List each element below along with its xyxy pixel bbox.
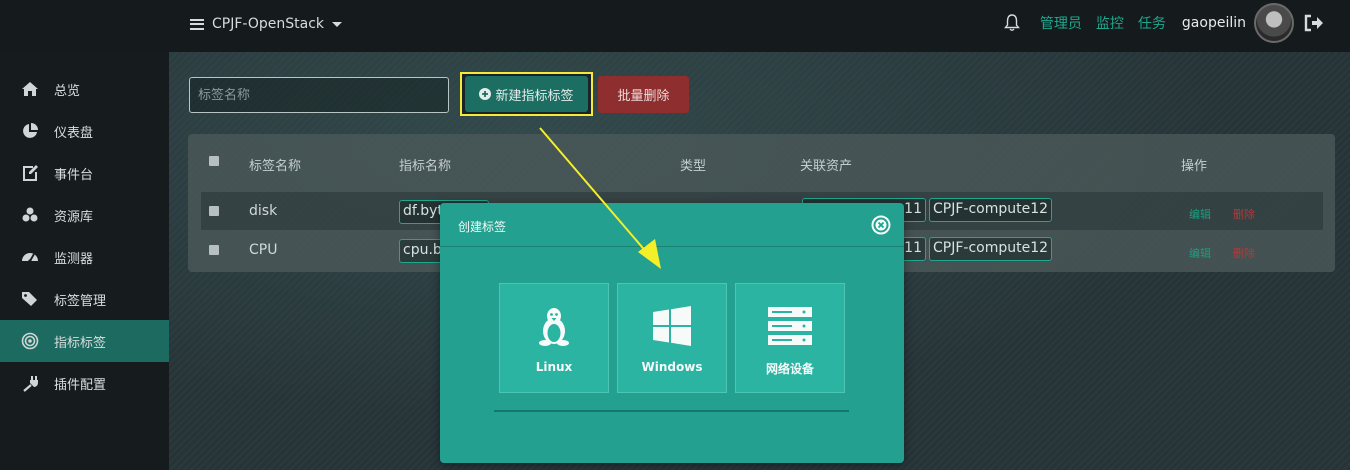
target-icon: [20, 331, 40, 351]
delete-link[interactable]: 删除: [1233, 206, 1255, 222]
bell-icon[interactable]: [1002, 13, 1022, 33]
batch-delete-label: 批量删除: [617, 89, 670, 104]
sidebar-item-label: 插件配置: [54, 377, 107, 393]
sidebar-item-label: 事件台: [54, 167, 94, 183]
tag-name-cell: disk: [249, 203, 278, 219]
close-icon[interactable]: [871, 215, 891, 235]
option-label: Windows: [641, 360, 703, 374]
windows-icon: [653, 306, 691, 346]
sidebar-item-events[interactable]: 事件台: [0, 152, 169, 194]
avatar[interactable]: [1254, 3, 1294, 43]
column-header-metric-name: 指标名称: [399, 159, 452, 174]
select-all-checkbox[interactable]: [209, 156, 219, 166]
tags-icon: [20, 289, 40, 309]
column-header-assets: 关联资产: [800, 159, 853, 174]
tasks-link[interactable]: 任务: [1138, 13, 1166, 33]
new-metric-tag-label: 新建指标标签: [495, 88, 574, 104]
option-label: Linux: [535, 360, 573, 374]
sidebar-item-dashboard[interactable]: 仪表盘: [0, 110, 169, 152]
option-label: 网络设备: [765, 362, 814, 376]
row-checkbox[interactable]: [209, 206, 219, 216]
username[interactable]: gaopeilin: [1182, 15, 1246, 31]
plus-circle-icon: [479, 88, 492, 100]
chevron-down-icon: [332, 21, 342, 27]
edit-link[interactable]: 编辑: [1189, 245, 1211, 261]
column-header-type: 类型: [680, 159, 707, 174]
sidebar-item-tags[interactable]: 标签管理: [0, 278, 169, 320]
new-metric-tag-highlight: 新建指标标签: [460, 72, 593, 116]
edit-icon: [20, 163, 40, 183]
delete-link[interactable]: 删除: [1233, 245, 1255, 261]
sidebar-item-label: 总览: [54, 83, 81, 99]
logout-icon[interactable]: [1304, 14, 1324, 32]
menu-icon[interactable]: [190, 18, 204, 30]
new-metric-tag-button[interactable]: 新建指标标签: [465, 76, 588, 112]
home-icon: [20, 79, 40, 99]
column-header-actions: 操作: [1181, 159, 1208, 174]
sidebar-item-resources[interactable]: 资源库: [0, 194, 169, 236]
create-tag-modal: 创建标签 Linux Windows 网络设备: [440, 203, 904, 463]
server-icon: [768, 307, 812, 345]
linux-icon: [539, 308, 569, 346]
sidebar-item-plugins[interactable]: 插件配置: [0, 362, 169, 404]
admin-link[interactable]: 管理员: [1040, 13, 1082, 33]
top-navbar: CPJF-OpenStack 管理员 监控 任务 gaopeilin: [0, 0, 1350, 52]
sidebar-item-label: 资源库: [54, 209, 94, 225]
sidebar-item-label: 标签管理: [54, 293, 107, 309]
batch-delete-button[interactable]: 批量删除: [598, 76, 689, 113]
modal-divider: [494, 410, 849, 412]
dashboard-icon: [20, 247, 40, 267]
modal-title: 创建标签: [458, 220, 507, 234]
sidebar-item-label: 仪表盘: [54, 125, 94, 141]
sidebar-item-metric-tags[interactable]: 指标标签: [0, 320, 169, 362]
asset-tag: CPJF-compute12: [929, 198, 1053, 222]
network-device-option-card[interactable]: 网络设备: [735, 283, 845, 393]
asset-tag: CPJF-compute12: [929, 237, 1053, 261]
pie-chart-icon: [20, 121, 40, 141]
project-name: CPJF-OpenStack: [212, 16, 324, 32]
sidebar-item-overview[interactable]: 总览: [0, 68, 169, 110]
linux-option-card[interactable]: Linux: [499, 283, 609, 393]
modal-header: 创建标签: [440, 203, 904, 247]
tag-name-cell: CPU: [249, 242, 278, 258]
sidebar-item-label: 监测器: [54, 251, 94, 267]
column-header-tag-name: 标签名称: [249, 159, 302, 174]
row-checkbox[interactable]: [209, 245, 219, 255]
sidebar-item-monitors[interactable]: 监测器: [0, 236, 169, 278]
monitor-link[interactable]: 监控: [1096, 13, 1124, 33]
edit-link[interactable]: 编辑: [1189, 206, 1211, 222]
windows-option-card[interactable]: Windows: [617, 283, 727, 393]
search-input[interactable]: [189, 77, 449, 113]
cubes-icon: [20, 205, 40, 225]
plug-icon: [20, 373, 40, 393]
sidebar-item-label: 指标标签: [54, 335, 107, 351]
project-selector[interactable]: CPJF-OpenStack: [190, 13, 342, 35]
